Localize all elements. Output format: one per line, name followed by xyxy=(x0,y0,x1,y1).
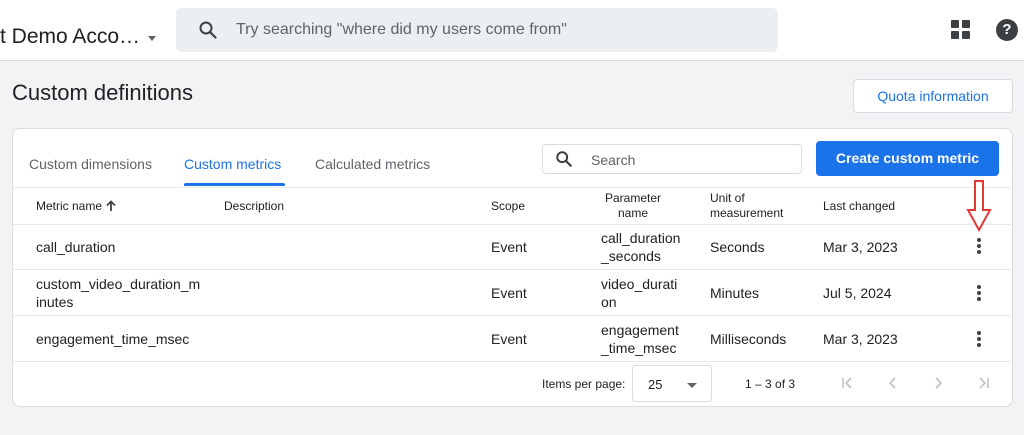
divider xyxy=(13,361,1012,362)
sort-up-arrow-icon xyxy=(106,200,116,216)
first-page-icon[interactable] xyxy=(839,374,857,392)
scope-cell: Event xyxy=(491,285,527,301)
column-header-scope: Scope xyxy=(491,199,526,213)
metric-name-cell: engagement_time_msec xyxy=(36,331,190,347)
pagination-range: 1 – 3 of 3 xyxy=(745,377,796,391)
tab-calculated-metrics[interactable]: Calculated metrics xyxy=(315,156,430,172)
column-header-last-changed: Last changed xyxy=(823,199,896,213)
parameter-name-cell: video_durati on xyxy=(601,276,678,310)
quota-information-button[interactable]: Quota information xyxy=(853,79,1013,113)
items-per-page-value: 25 xyxy=(648,377,663,392)
divider xyxy=(13,269,1012,270)
last-changed-cell: Mar 3, 2023 xyxy=(823,239,898,255)
account-selector[interactable]: t Demo Acco… xyxy=(0,25,157,49)
divider xyxy=(13,187,1012,188)
divider xyxy=(13,224,1012,225)
column-header-parameter-name: Parameter name xyxy=(604,191,662,220)
scope-cell: Event xyxy=(491,239,527,255)
last-changed-cell: Mar 3, 2023 xyxy=(823,331,898,347)
active-tab-indicator xyxy=(184,183,285,186)
metric-name-cell: call_duration xyxy=(36,239,116,255)
caret-down-icon xyxy=(687,383,697,388)
scope-cell: Event xyxy=(491,331,527,347)
column-header-unit: Unit of measurement xyxy=(710,191,784,220)
caret-down-icon xyxy=(148,35,157,41)
last-changed-cell: Jul 5, 2024 xyxy=(823,285,892,301)
previous-page-icon[interactable] xyxy=(884,374,902,392)
divider xyxy=(13,315,1012,316)
account-name: t Demo Acco… xyxy=(0,25,141,48)
more-vert-icon[interactable] xyxy=(977,285,981,303)
tab-custom-dimensions[interactable]: Custom dimensions xyxy=(29,156,152,172)
search-icon xyxy=(555,150,573,173)
create-custom-metric-button[interactable]: Create custom metric xyxy=(816,141,999,176)
search-icon xyxy=(198,20,218,45)
parameter-name-cell: engagement _time_msec xyxy=(601,322,679,356)
top-bar: t Demo Acco… Try searching "where did my… xyxy=(0,0,1024,61)
table-search-placeholder: Search xyxy=(591,152,636,168)
last-page-icon[interactable] xyxy=(974,374,992,392)
help-icon[interactable]: ? xyxy=(996,19,1018,41)
tab-custom-metrics[interactable]: Custom metrics xyxy=(184,156,281,172)
global-search[interactable]: Try searching "where did my users come f… xyxy=(176,8,778,52)
metric-name-cell: custom_video_duration_m inutes xyxy=(36,276,201,310)
page-title: Custom definitions xyxy=(12,80,193,105)
column-header-metric-name[interactable]: Metric name xyxy=(36,199,116,216)
unit-cell: Minutes xyxy=(710,285,760,301)
items-per-page-label: Items per page: xyxy=(542,377,626,391)
parameter-name-cell: call_duration _seconds xyxy=(601,230,681,264)
more-vert-icon[interactable] xyxy=(977,331,981,349)
table-search-input[interactable]: Search xyxy=(542,144,802,174)
apps-grid-icon[interactable] xyxy=(951,20,971,40)
column-header-description: Description xyxy=(224,199,285,213)
red-down-arrow-annotation xyxy=(966,180,992,237)
unit-cell: Milliseconds xyxy=(710,331,787,347)
next-page-icon[interactable] xyxy=(929,374,947,392)
unit-cell: Seconds xyxy=(710,239,765,255)
more-vert-icon[interactable] xyxy=(977,238,981,256)
custom-definitions-card: Custom dimensions Custom metrics Calcula… xyxy=(12,128,1013,407)
items-per-page-select[interactable]: 25 xyxy=(632,365,712,402)
global-search-placeholder: Try searching "where did my users come f… xyxy=(236,21,567,38)
